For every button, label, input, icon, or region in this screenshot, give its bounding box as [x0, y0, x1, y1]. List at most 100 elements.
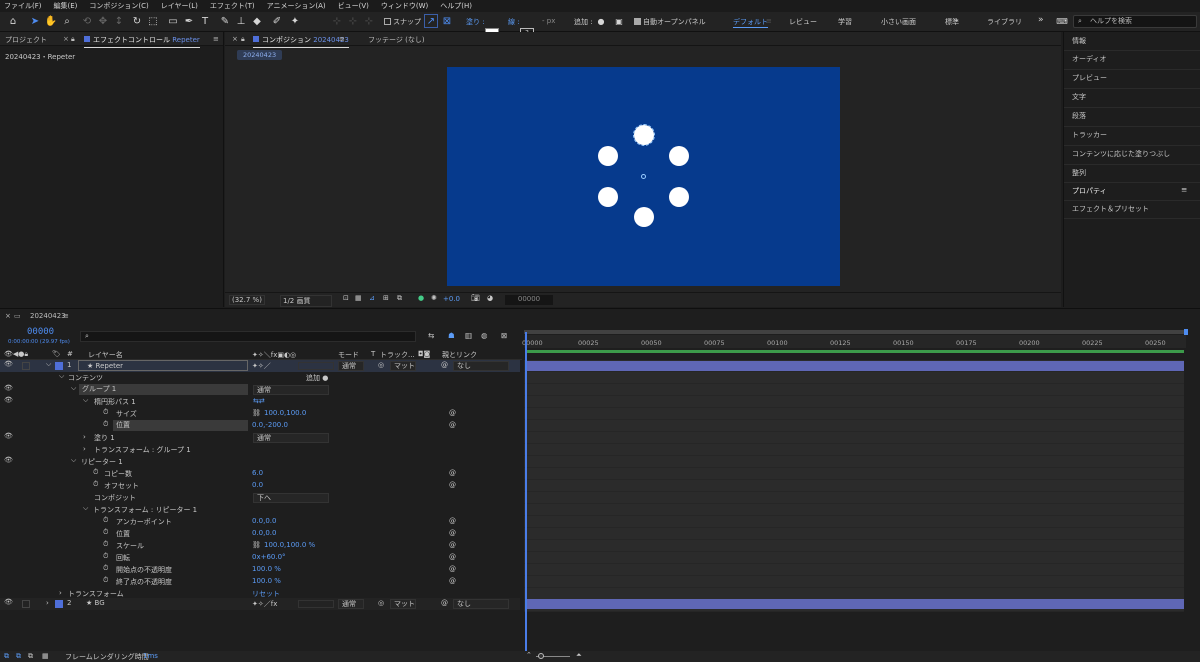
- render-time-toggle-icon[interactable]: ⧉: [28, 652, 33, 661]
- group-name[interactable]: グループ 1: [79, 384, 248, 395]
- close-icon[interactable]: ×: [5, 312, 11, 320]
- panel-content-aware-fill[interactable]: コンテンツに応じた塗りつぶし: [1072, 149, 1170, 159]
- layer-row-repeter[interactable]: 👁︎ ⌵ 1 ★ Repeter ✦✧／ 通常 ◎ マット @ なし: [0, 360, 520, 372]
- copies-value[interactable]: 6.0: [252, 469, 263, 477]
- motion-blur-icon[interactable]: ◍: [481, 331, 488, 340]
- property-start-opacity[interactable]: ⏱︎ 開始点の不透明度 100.0 % @: [0, 564, 520, 576]
- parent-header[interactable]: 親とリンク: [442, 350, 477, 360]
- stopwatch-icon[interactable]: ⏱︎: [103, 564, 108, 573]
- fill-blend-mode-dropdown[interactable]: 通常: [253, 433, 329, 443]
- graph-toggle-icon[interactable]: ▦: [42, 652, 49, 660]
- track-matte-header[interactable]: トラック...: [380, 350, 415, 360]
- menu-window[interactable]: ウィンドウ(W): [381, 1, 428, 11]
- help-search-input[interactable]: ⌕ ヘルプを検索: [1073, 15, 1197, 28]
- workspace-review[interactable]: レビュー: [789, 17, 817, 27]
- zoom-tool-icon[interactable]: ⌕: [60, 14, 74, 28]
- property-repeater-position[interactable]: ⏱︎ 位置 0.0,0.0 @: [0, 528, 520, 540]
- preserve-transparency-icon[interactable]: ◎: [378, 361, 384, 369]
- workspace-default[interactable]: デフォルト: [733, 17, 768, 28]
- label-color[interactable]: [55, 600, 63, 608]
- property-position[interactable]: ⏱︎ 位置 0.0,-200.0 @: [0, 420, 520, 432]
- auto-open-checkbox[interactable]: 自動オープンパネル: [634, 17, 706, 27]
- add-button-icon[interactable]: ●: [594, 14, 608, 28]
- lock-icon[interactable]: 🔒︎: [71, 35, 75, 44]
- path-direction-icons[interactable]: ⇆⇄: [253, 397, 265, 405]
- composite-dropdown[interactable]: 下へ: [253, 493, 329, 503]
- hand-tool-icon[interactable]: ✋: [44, 14, 58, 28]
- track-matte-dropdown[interactable]: マット: [390, 599, 416, 609]
- layer-name[interactable]: ★ Repeter: [78, 360, 248, 371]
- panel-menu-icon[interactable]: ≡: [339, 35, 345, 43]
- pickwhip-icon[interactable]: @: [449, 469, 456, 477]
- panel-effects-presets[interactable]: エフェクト＆プリセット: [1072, 204, 1149, 214]
- region-of-interest-icon[interactable]: ⊡: [343, 294, 349, 302]
- menu-help[interactable]: ヘルプ(H): [440, 1, 472, 11]
- tab-timeline-comp[interactable]: 20240423: [30, 312, 66, 320]
- rectangle-tool-icon[interactable]: ▭: [166, 14, 180, 28]
- scale-value[interactable]: 100.0,100.0 %: [264, 541, 315, 549]
- panel-character[interactable]: 文字: [1072, 92, 1086, 102]
- layer-row-bg[interactable]: 👁︎ › 2 ★ BG ✦✧／fx 通常 ◎ マット @ なし: [0, 598, 520, 610]
- axis-view-icon[interactable]: ⊹: [362, 14, 376, 28]
- layer-search-input[interactable]: ⌕: [80, 331, 416, 342]
- pickwhip-icon[interactable]: @: [449, 481, 456, 489]
- comp-mini-flowchart-icon[interactable]: ⇆: [428, 331, 434, 340]
- property-transform-group[interactable]: › トランスフォーム : グループ 1: [0, 444, 520, 456]
- pickwhip-icon[interactable]: @: [449, 565, 456, 573]
- workspace-more-icon[interactable]: »: [1038, 15, 1044, 25]
- menu-animation[interactable]: アニメーション(A): [267, 1, 326, 11]
- property-size[interactable]: ⏱︎ サイズ ⛓︎ 100.0,100.0 @: [0, 408, 520, 420]
- expand-chevron-icon[interactable]: ⌵: [71, 384, 76, 393]
- selection-tool-icon[interactable]: ➤: [28, 14, 42, 28]
- pickwhip-icon[interactable]: @: [449, 517, 456, 525]
- menu-effect[interactable]: エフェクト(T): [210, 1, 255, 11]
- property-rotation[interactable]: ⏱︎ 回転 0x+60.0° @: [0, 552, 520, 564]
- keyboard-icon[interactable]: ⌨: [1055, 14, 1069, 28]
- tab-effect-controls[interactable]: エフェクトコントロール Repeter: [84, 35, 200, 48]
- lock-icon[interactable]: 🔒︎: [241, 35, 245, 44]
- group-blend-mode-dropdown[interactable]: 通常: [253, 385, 329, 395]
- layer-name-header[interactable]: レイヤー名: [88, 350, 123, 360]
- visibility-icon[interactable]: 👁︎: [4, 384, 13, 392]
- playhead[interactable]: [525, 332, 527, 652]
- tab-project[interactable]: プロジェクト: [5, 35, 47, 45]
- start-opacity-value[interactable]: 100.0 %: [252, 565, 281, 573]
- pan-tool-icon[interactable]: ✥: [96, 14, 110, 28]
- expand-chevron-icon[interactable]: ›: [83, 445, 86, 453]
- property-offset[interactable]: ⏱︎ オフセット 0.0 @: [0, 480, 520, 492]
- pickwhip-icon[interactable]: @: [449, 529, 456, 537]
- constrain-link-icon[interactable]: ⛓︎: [252, 541, 261, 549]
- property-composite[interactable]: コンポジット 下へ: [0, 492, 520, 504]
- visibility-icon[interactable]: 👁︎: [4, 432, 13, 440]
- tab-footage[interactable]: フッテージ (なし): [368, 35, 425, 45]
- zoom-out-icon[interactable]: ⌃: [526, 651, 532, 659]
- pickwhip-icon[interactable]: @: [449, 577, 456, 585]
- preserve-transparency-icon[interactable]: ◎: [378, 599, 384, 607]
- workspace-small-screen[interactable]: 小さい画面: [881, 17, 916, 27]
- guides-icon[interactable]: ⊞: [383, 294, 389, 302]
- color-management-icon[interactable]: ●: [418, 294, 424, 302]
- expand-chevron-icon[interactable]: ⌵: [59, 372, 64, 381]
- exposure-value[interactable]: +0.0: [443, 295, 460, 303]
- label-color[interactable]: [55, 362, 63, 370]
- visibility-icon[interactable]: 👁︎: [4, 456, 13, 464]
- graph-icon[interactable]: ▣: [612, 14, 626, 28]
- roto-brush-tool-icon[interactable]: ✐: [270, 14, 284, 28]
- layer-switches-icons[interactable]: ✦✧／: [252, 361, 271, 371]
- exposure-icon[interactable]: ✺: [431, 294, 437, 302]
- zoom-in-icon[interactable]: ⏶: [576, 651, 582, 660]
- comp-breadcrumb[interactable]: 20240423: [237, 50, 283, 60]
- work-area-bar[interactable]: [524, 330, 1186, 334]
- panel-audio[interactable]: オーディオ: [1072, 54, 1107, 64]
- menu-file[interactable]: ファイル(F): [4, 1, 42, 11]
- snap-edge-icon[interactable]: ↗: [424, 14, 438, 28]
- size-value[interactable]: 100.0,100.0: [264, 409, 306, 417]
- anchor-point-icon[interactable]: [641, 174, 646, 179]
- panel-menu-icon[interactable]: ≡: [63, 312, 69, 320]
- stopwatch-icon[interactable]: ⏱︎: [93, 468, 98, 477]
- layer-name[interactable]: ★ BG: [86, 599, 105, 607]
- pickwhip-icon[interactable]: @: [449, 421, 456, 429]
- rotate-tool-icon[interactable]: ↻: [130, 14, 144, 28]
- home-icon[interactable]: ⌂: [6, 14, 20, 28]
- panel-menu-icon[interactable]: ≡: [213, 35, 219, 43]
